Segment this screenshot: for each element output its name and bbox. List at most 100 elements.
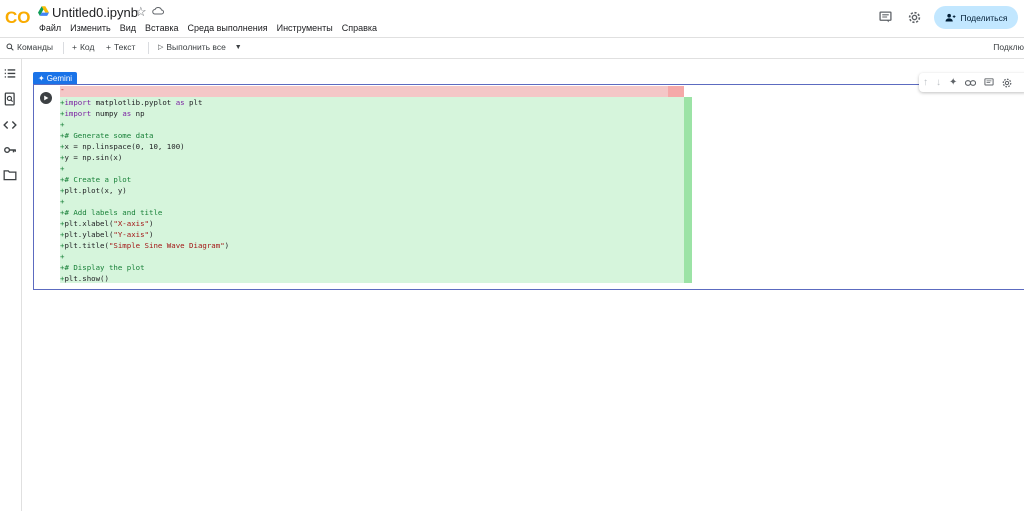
cell-toolbar: ↑ ↓ ✦ [919, 73, 1024, 92]
code-token: ) [224, 241, 230, 250]
diff-added-marker: + [60, 164, 65, 173]
run-all-label: Выполнить все [166, 42, 226, 52]
code-line: +# Display the plot [60, 262, 229, 273]
comment-icon[interactable] [877, 9, 893, 25]
menu-bar: Файл Изменить Вид Вставка Среда выполнен… [39, 23, 377, 33]
code-line: +# Generate some data [60, 130, 229, 141]
chevron-down-icon[interactable]: ▼ [235, 44, 242, 51]
find-icon[interactable] [3, 92, 17, 106]
settings-icon[interactable] [906, 9, 922, 25]
text-label: Текст [113, 42, 136, 52]
link-icon[interactable] [965, 79, 977, 87]
code-label: Код [79, 42, 95, 52]
code-token: plt [184, 98, 203, 107]
files-folder-icon[interactable] [3, 168, 17, 182]
code-token: ) [149, 230, 154, 239]
code-token: x = np.linspace(0, 10, 100) [64, 142, 185, 151]
notebook-toolbar: Команды + Код + Текст ▷ Выполнить все ▼ … [0, 37, 1024, 59]
code-token: "Y-axis" [113, 230, 150, 239]
svg-text:CO: CO [5, 8, 31, 26]
play-icon: ▷ [158, 44, 164, 51]
code-token: import [64, 109, 92, 118]
code-snippets-icon[interactable] [3, 118, 17, 132]
menu-edit[interactable]: Изменить [70, 23, 111, 33]
gemini-label: Gemini [46, 73, 73, 83]
connect-button[interactable]: Подклю [993, 42, 1024, 52]
add-text-button[interactable]: + Текст [106, 42, 135, 52]
connect-label: Подклю [993, 42, 1024, 52]
cloud-icon[interactable] [152, 6, 164, 15]
play-icon [44, 95, 49, 101]
search-icon [6, 43, 14, 51]
code-line: +plt.title("Simple Sine Wave Diagram") [60, 240, 229, 251]
code-cell[interactable]: - +import matplotlib.pyplot as plt +impor… [33, 84, 1024, 290]
code-token: # Generate some data [64, 131, 154, 140]
toolbar-divider [148, 42, 149, 54]
code-line: +plt.xlabel("X-axis") [60, 218, 229, 229]
gemini-tag[interactable]: ✦ Gemini [33, 72, 78, 84]
code-token: ) [149, 219, 154, 228]
code-token: # Add labels and title [64, 208, 163, 217]
code-line: + [60, 119, 229, 130]
move-down-icon[interactable]: ↓ [936, 77, 941, 88]
run-all-button[interactable]: ▷ Выполнить все ▼ [158, 42, 242, 52]
code-line: + [60, 251, 229, 262]
comment-icon[interactable] [984, 78, 994, 87]
menu-insert[interactable]: Вставка [145, 23, 178, 33]
menu-runtime[interactable]: Среда выполнения [188, 23, 268, 33]
code-token: y = np.sin(x) [64, 153, 123, 162]
code-token: matplotlib.pyplot [91, 98, 176, 107]
plus-icon: + [106, 42, 111, 52]
share-label: Поделиться [960, 12, 1008, 23]
diff-added-marker: + [60, 120, 65, 129]
code-line: +y = np.sin(x) [60, 152, 229, 163]
settings-icon[interactable] [1002, 78, 1012, 88]
person-add-icon [945, 13, 955, 22]
colab-logo[interactable]: CO [5, 8, 31, 26]
code-line: +import matplotlib.pyplot as plt [60, 97, 229, 108]
code-token: plt.title( [64, 241, 109, 250]
left-sidebar [0, 58, 22, 511]
removed-marker: - [60, 85, 65, 94]
code-line: +# Add labels and title [60, 207, 229, 218]
menu-help[interactable]: Справка [342, 23, 377, 33]
code-line: +plt.show() [60, 273, 229, 284]
move-up-icon[interactable]: ↑ [923, 77, 928, 88]
menu-file[interactable]: Файл [39, 23, 61, 33]
share-button[interactable]: Поделиться [934, 6, 1018, 29]
code-token: plt.ylabel( [64, 230, 114, 239]
code-token: "Simple Sine Wave Diagram" [108, 241, 225, 250]
toolbar-divider [63, 42, 64, 54]
code-token: np [131, 109, 145, 118]
code-token: as [175, 98, 185, 107]
commands-button[interactable]: Команды [6, 42, 53, 52]
notebook-title[interactable]: Untitled0.ipynb [52, 5, 138, 20]
run-cell-button[interactable] [40, 92, 52, 104]
diff-added-marker: + [60, 197, 65, 206]
code-line: +plt.plot(x, y) [60, 185, 229, 196]
code-token: numpy [91, 109, 123, 118]
code-token: # Create a plot [64, 175, 132, 184]
top-bar: CO Untitled0.ipynb ☆ Файл Изменить Вид В… [0, 0, 1024, 37]
secrets-key-icon[interactable] [3, 143, 17, 157]
code-token: import [64, 98, 92, 107]
code-token: "X-axis" [113, 219, 150, 228]
gemini-sparkle-icon[interactable]: ✦ [949, 77, 957, 88]
plus-icon: + [72, 42, 77, 52]
diff-removed-gutter [668, 86, 684, 97]
diff-removed-line: - [60, 85, 684, 97]
code-line: + [60, 196, 229, 207]
menu-view[interactable]: Вид [120, 23, 136, 33]
code-editor[interactable]: + import matplotlib.pyplot as plt +import … [60, 97, 229, 284]
code-line: +# Create a plot [60, 174, 229, 185]
code-line: +x = np.linspace(0, 10, 100) [60, 141, 229, 152]
star-icon[interactable]: ☆ [135, 4, 147, 20]
add-code-button[interactable]: + Код [72, 42, 94, 52]
code-line: + [60, 163, 229, 174]
code-token: # Display the plot [64, 263, 145, 272]
table-of-contents-icon[interactable] [3, 67, 17, 81]
menu-tools[interactable]: Инструменты [277, 23, 333, 33]
code-token: plt.xlabel( [64, 219, 114, 228]
gemini-sparkle-icon: ✦ [38, 73, 45, 83]
code-token: plt.show() [64, 274, 109, 283]
